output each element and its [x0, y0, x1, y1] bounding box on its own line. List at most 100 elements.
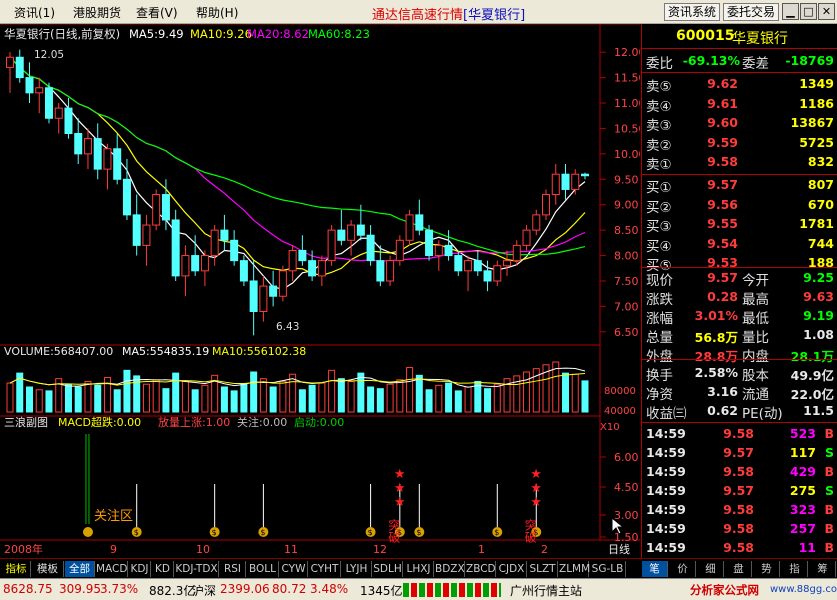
candle-body: [122, 178, 131, 216]
candle-body: [181, 255, 190, 277]
tab-cyht[interactable]: CYHT: [309, 561, 341, 577]
trade-direction: S: [824, 483, 834, 498]
x-axis-month-11: 11: [284, 543, 298, 556]
server-station[interactable]: 广州行情主站: [510, 582, 582, 599]
total-volume-value: 56.8万: [694, 330, 738, 345]
volume-bar: [415, 374, 423, 413]
panel-tab-3[interactable]: 盘: [726, 561, 752, 577]
panel-tab-6[interactable]: 筹: [810, 561, 836, 577]
tab-cyw[interactable]: CYW: [280, 561, 308, 577]
menu-view[interactable]: 查看(V): [136, 4, 178, 21]
stock-name: 华夏银行: [732, 31, 788, 47]
buy-3-label: 买③: [646, 219, 672, 235]
volume-bar: [279, 380, 287, 413]
sell-3-volume: 13867: [790, 115, 835, 130]
tab-boll[interactable]: BOLL: [247, 561, 279, 577]
price-tick-label: 9.00: [614, 199, 639, 212]
kline-chart[interactable]: $ $ $ $ $ $ $ $★★★突破★★★突破 华夏银行(日线,前复权) MA5:9.49…: [0, 24, 640, 558]
buy-1-price[interactable]: 9.57: [682, 177, 738, 192]
buy-4-price[interactable]: 9.54: [682, 236, 738, 251]
sell-4-price[interactable]: 9.61: [682, 96, 738, 111]
tab-kdj-tdx[interactable]: KDJ-TDX: [175, 561, 219, 577]
tab-macd[interactable]: MACD: [96, 561, 128, 577]
panel-tab-5[interactable]: 指: [782, 561, 808, 577]
money-bag-symbol: $: [134, 528, 139, 537]
tab--[interactable]: 指标: [2, 561, 31, 577]
candle-body: [210, 229, 219, 257]
candle-body: [532, 214, 541, 231]
candle-body: [376, 260, 385, 282]
buy-2-label: 买②: [646, 199, 672, 216]
volume-bar: [259, 378, 267, 413]
change-label: 涨跌: [646, 292, 673, 308]
price-tick-label: 9.50: [614, 173, 639, 186]
sell-5-price[interactable]: 9.62: [682, 76, 738, 91]
buy-2-price[interactable]: 9.56: [682, 197, 738, 212]
trade-volume: 523: [789, 426, 816, 441]
high-annotation: 12.05: [34, 49, 64, 61]
trade-button[interactable]: 委托交易: [723, 3, 779, 21]
sell-5-volume: 1349: [799, 76, 834, 91]
menu-news[interactable]: 资讯(1): [14, 4, 55, 21]
volume-bar: [64, 383, 72, 413]
candle-body: [542, 194, 551, 216]
low-value: 9.19: [803, 308, 834, 323]
volume-bar: [367, 386, 375, 413]
tab-lyjh[interactable]: LYJH: [342, 561, 372, 577]
candle-body: [288, 249, 297, 272]
tab-bdzx[interactable]: BDZX: [435, 561, 465, 577]
weibi-label: 委比: [646, 56, 673, 72]
panel-tab-2[interactable]: 细: [698, 561, 724, 577]
period-label[interactable]: 日线: [608, 542, 630, 556]
tab-kdj[interactable]: KDJ: [129, 561, 151, 577]
window-title: 通达信高速行情[华夏银行]: [372, 8, 526, 23]
tab--[interactable]: 全部: [65, 561, 95, 577]
tab-zbcd[interactable]: ZBCD: [466, 561, 496, 577]
buy-3-price[interactable]: 9.55: [682, 216, 738, 231]
volume-bar: [347, 380, 355, 413]
trade-time: 14:59: [646, 445, 686, 460]
menu-help[interactable]: 帮助(H): [196, 4, 238, 21]
tab-kd[interactable]: KD: [152, 561, 174, 577]
trade-direction: S: [824, 445, 834, 460]
tab-sdlh[interactable]: SDLH: [373, 561, 403, 577]
tab-zlmm[interactable]: ZLMM: [559, 561, 590, 577]
weibi-value: -69.13%: [682, 53, 740, 68]
tab-sg-lb[interactable]: SG-LB: [590, 561, 626, 577]
trade-direction: B: [824, 426, 834, 441]
tab--[interactable]: 模板: [32, 561, 64, 577]
tab-cjdx[interactable]: CJDX: [497, 561, 527, 577]
tab-slzt[interactable]: SLZT: [528, 561, 558, 577]
sell-3-price[interactable]: 9.60: [682, 115, 738, 130]
sh-amount: 882.3亿: [149, 584, 196, 598]
maximize-icon[interactable]: □: [800, 3, 817, 20]
panel-tab-4[interactable]: 势: [754, 561, 780, 577]
ind-tick-label: 1.50: [614, 531, 639, 544]
menu-hk-futures[interactable]: 港股期货: [73, 4, 121, 21]
sell-3-label: 卖③: [646, 118, 672, 134]
minimize-icon[interactable]: ▁: [782, 3, 799, 20]
volume-bar: [562, 372, 570, 413]
trade-time: 14:59: [646, 426, 686, 441]
candle-body: [230, 239, 239, 262]
panel-tab-0[interactable]: 笔: [642, 561, 668, 577]
news-system-button[interactable]: 资讯系统: [664, 3, 720, 21]
sell-2-price[interactable]: 9.59: [682, 135, 738, 150]
volume-bar: [201, 384, 209, 413]
tab-rsi[interactable]: RSI: [220, 561, 246, 577]
sz-index: 2399.06: [220, 582, 270, 596]
candle-body: [220, 229, 229, 241]
money-bag-symbol: $: [260, 528, 265, 537]
volume-label: VOLUME:568407.00: [4, 345, 113, 358]
buy-1-volume: 807: [807, 177, 834, 192]
volume-bar: [571, 373, 579, 413]
inner-volume-label: 内盘: [742, 349, 769, 365]
candle-body: [93, 138, 102, 170]
indicator-tab-bar: 指标 模板 全部 MACD KDJ KD KDJ-TDX RSI BOLL CYW CYHT LYJH…: [0, 558, 837, 578]
tab-lhxj[interactable]: LHXJ: [404, 561, 434, 577]
sell-2-label: 卖②: [646, 137, 672, 154]
sell-1-price[interactable]: 9.58: [682, 154, 738, 169]
candle-body: [269, 285, 278, 297]
close-icon[interactable]: ✕: [818, 3, 835, 20]
panel-tab-1[interactable]: 价: [670, 561, 696, 577]
